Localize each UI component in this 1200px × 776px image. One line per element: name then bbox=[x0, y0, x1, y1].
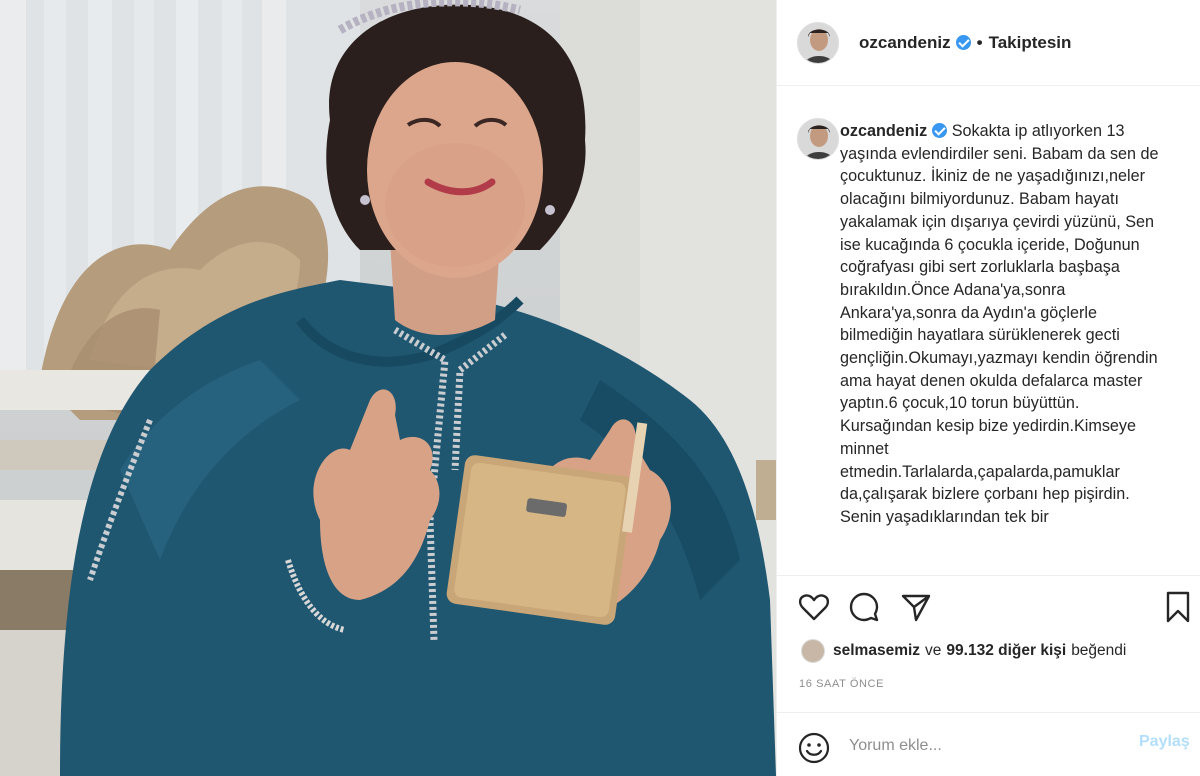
post-timestamp[interactable]: 16 SAAT ÖNCE bbox=[799, 678, 884, 690]
post-side-panel: ozcandeniz • Takiptesin ozcandeniz Sokak… bbox=[776, 0, 1200, 776]
caption-verified-badge-icon bbox=[932, 123, 948, 138]
comment-icon[interactable] bbox=[847, 590, 881, 624]
heart-icon[interactable] bbox=[797, 590, 831, 624]
caption-body: Sokakta ip atlıyorken 13 yaşında evlendi… bbox=[840, 122, 1159, 526]
caption-username[interactable]: ozcandeniz bbox=[840, 122, 927, 140]
verified-badge-icon bbox=[955, 35, 971, 50]
liker-avatar[interactable] bbox=[801, 639, 825, 663]
follow-status[interactable]: Takiptesin bbox=[989, 33, 1072, 53]
share-icon[interactable] bbox=[899, 590, 933, 624]
comment-input[interactable] bbox=[849, 730, 1119, 762]
post-comment-button[interactable]: Paylaş bbox=[1139, 733, 1190, 751]
post-actions: selmasemiz ve 99.132 diğer kişi beğendi … bbox=[777, 575, 1200, 725]
separator-dot: • bbox=[976, 32, 983, 52]
likes-connector: ve bbox=[925, 642, 942, 659]
post-photo[interactable] bbox=[0, 0, 776, 776]
caption-author-avatar[interactable] bbox=[797, 118, 839, 160]
likes-count[interactable]: 99.132 diğer kişi bbox=[946, 642, 1066, 660]
caption: ozcandeniz Sokakta ip atlıyorken 13 yaşı… bbox=[840, 120, 1160, 529]
likes-suffix: beğendi bbox=[1071, 642, 1127, 659]
author-username[interactable]: ozcandeniz bbox=[859, 33, 951, 53]
comment-bar: Paylaş bbox=[777, 712, 1200, 776]
smiley-icon[interactable] bbox=[797, 731, 831, 765]
post-header: ozcandeniz • Takiptesin bbox=[777, 0, 1200, 86]
post-photo-illustration bbox=[0, 0, 776, 776]
caption-area: ozcandeniz Sokakta ip atlıyorken 13 yaşı… bbox=[777, 100, 1200, 575]
author-avatar[interactable] bbox=[797, 21, 839, 64]
liker-username[interactable]: selmasemiz bbox=[833, 642, 920, 660]
bookmark-icon[interactable] bbox=[1161, 590, 1195, 624]
likes-summary[interactable]: selmasemiz ve 99.132 diğer kişi beğendi bbox=[801, 639, 1126, 663]
